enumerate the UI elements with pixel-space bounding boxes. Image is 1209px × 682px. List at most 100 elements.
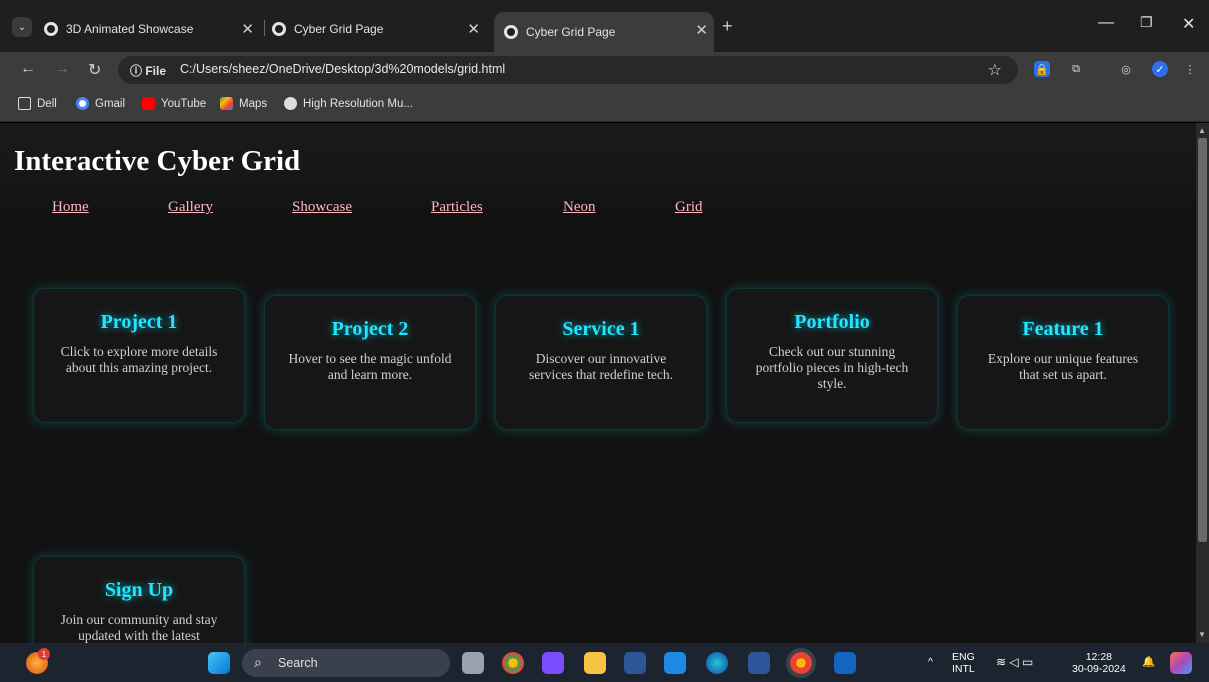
copilot-icon[interactable]: [1170, 652, 1192, 674]
bookmark-star-icon[interactable]: ☆: [988, 60, 1002, 80]
scroll-down-icon[interactable]: ▼: [1198, 630, 1206, 639]
scroll-up-icon[interactable]: ▲: [1198, 126, 1206, 135]
voot-icon[interactable]: [542, 652, 564, 674]
app-icon[interactable]: [664, 652, 686, 674]
forward-icon[interactable]: →: [54, 60, 70, 78]
taskbar-search[interactable]: ⌕ Search: [242, 649, 450, 677]
search-label: Search: [278, 656, 318, 670]
lang-top: ENG: [952, 651, 975, 663]
card-text: Join our community and stay updated with…: [60, 612, 218, 643]
windows-start-icon[interactable]: [208, 652, 230, 674]
chrome-active-icon[interactable]: [790, 652, 812, 674]
window-close-icon[interactable]: ✕: [1182, 14, 1195, 34]
folder-icon: [18, 97, 31, 110]
site-info-chip[interactable]: ⓘ File: [130, 62, 166, 79]
tab-cyber-grid-1[interactable]: Cyber Grid Page ✕: [272, 14, 486, 44]
bookmark-maps[interactable]: Maps: [220, 97, 267, 110]
menu-icon[interactable]: ⋮: [1182, 61, 1198, 77]
bookmarks-bar: Dell Gmail YouTube Maps High Resolution …: [0, 88, 1209, 122]
grid-card[interactable]: Portfolio Check out our stunning portfol…: [726, 288, 938, 423]
bookmark-gmail[interactable]: Gmail: [76, 97, 125, 110]
card-title: Project 2: [331, 318, 409, 340]
word-icon[interactable]: [748, 652, 770, 674]
address-bar[interactable]: ⓘ File C:/Users/sheez/OneDrive/Desktop/3…: [118, 56, 1018, 84]
store-icon[interactable]: [624, 652, 646, 674]
bookmark-youtube[interactable]: YouTube: [142, 97, 206, 110]
tab-separator: [264, 20, 265, 36]
file-explorer-icon[interactable]: [584, 652, 606, 674]
wifi-volume-battery-icon[interactable]: ≋ ◁ ▭: [996, 656, 1033, 668]
notification-bell-icon[interactable]: 🔔: [1142, 656, 1155, 668]
notification-badge: 1: [38, 648, 50, 660]
password-extension-icon[interactable]: 🔒: [1034, 61, 1050, 77]
card-title: Portfolio: [794, 311, 870, 333]
clock-time: 12:28: [1085, 651, 1112, 663]
profile-check-icon[interactable]: ✓: [1152, 61, 1168, 77]
nav-link-home[interactable]: Home: [52, 199, 89, 216]
photos-icon[interactable]: [834, 652, 856, 674]
back-icon[interactable]: ←: [20, 60, 36, 78]
grid-card[interactable]: Service 1 Discover our innovative servic…: [495, 295, 707, 430]
card-title: Feature 1: [1022, 318, 1104, 340]
tab-strip: ⌄ 3D Animated Showcase ✕ Cyber Grid Page…: [0, 0, 1209, 52]
clock[interactable]: 12:28 30-09-2024: [1072, 651, 1126, 675]
maps-icon: [220, 97, 233, 110]
new-tab-icon[interactable]: +: [722, 16, 733, 37]
card-text: Discover our innovative services that re…: [529, 351, 673, 382]
tab-title: Cyber Grid Page: [294, 22, 384, 36]
globe-icon: [504, 25, 518, 39]
close-icon[interactable]: ✕: [467, 20, 480, 38]
nav-link-grid[interactable]: Grid: [675, 199, 703, 216]
extensions-icon[interactable]: ⧉: [1068, 61, 1084, 77]
card-text: Click to explore more details about this…: [60, 344, 218, 375]
grid-card[interactable]: Sign Up Join our community and stay upda…: [33, 556, 245, 643]
language-indicator[interactable]: ENG INTL: [952, 651, 975, 675]
clock-date: 30-09-2024: [1072, 663, 1126, 675]
bookmark-label: YouTube: [161, 97, 207, 110]
tab-title: Cyber Grid Page: [526, 25, 616, 39]
tab-3d-animated-showcase[interactable]: 3D Animated Showcase ✕: [44, 14, 260, 44]
scrollbar-thumb[interactable]: [1198, 138, 1207, 542]
close-icon[interactable]: ✕: [695, 21, 708, 39]
bookmark-label: Gmail: [95, 97, 126, 110]
tab-title: 3D Animated Showcase: [66, 22, 194, 36]
task-view-icon[interactable]: [462, 652, 484, 674]
file-label: File: [145, 64, 167, 78]
youtube-icon: [142, 97, 155, 110]
restore-icon[interactable]: ❐: [1140, 14, 1153, 31]
search-icon: ⌕: [254, 654, 262, 670]
card-title: Project 1: [100, 311, 178, 333]
bookmark-high-resolution[interactable]: High Resolution Mu...: [284, 97, 413, 110]
nav-link-neon[interactable]: Neon: [563, 199, 596, 216]
close-icon[interactable]: ✕: [241, 20, 254, 38]
grid-card[interactable]: Project 1 Click to explore more details …: [33, 288, 245, 423]
chrome-icon[interactable]: [502, 652, 524, 674]
nav-link-gallery[interactable]: Gallery: [168, 199, 213, 216]
tab-cyber-grid-active[interactable]: Cyber Grid Page ✕: [494, 12, 714, 52]
tab-search-icon[interactable]: ⌄: [12, 17, 32, 37]
performance-icon[interactable]: ◎: [1118, 61, 1134, 77]
minimize-icon[interactable]: —: [1098, 14, 1114, 32]
bookmark-label: High Resolution Mu...: [303, 97, 413, 110]
show-hidden-icons[interactable]: ^: [928, 656, 933, 668]
globe-icon: [44, 22, 58, 36]
lang-bottom: INTL: [952, 663, 975, 675]
edge-icon[interactable]: [706, 652, 728, 674]
grid-card[interactable]: Project 2 Hover to see the magic unfold …: [264, 295, 476, 430]
reload-icon[interactable]: ↻: [88, 60, 101, 80]
bookmark-label: Dell: [37, 97, 57, 110]
grid-card[interactable]: Feature 1 Explore our unique features th…: [957, 295, 1169, 430]
windows-taskbar: ⌕ Search ^ ENG INTL ≋ ◁ ▭ 12:28 30-09-20…: [0, 643, 1209, 682]
browser-toolbar: ← → ↻ ⓘ File C:/Users/sheez/OneDrive/Des…: [0, 52, 1209, 88]
card-title: Sign Up: [104, 579, 174, 601]
nav-link-showcase[interactable]: Showcase: [292, 199, 352, 216]
card-text: Explore our unique features that set us …: [987, 351, 1139, 382]
nav-link-particles[interactable]: Particles: [431, 199, 483, 216]
card-text: Check out our stunning portfolio pieces …: [755, 344, 909, 391]
url-text: C:/Users/sheez/OneDrive/Desktop/3d%20mod…: [180, 62, 506, 76]
card-title: Service 1: [562, 318, 640, 340]
globe-icon: [272, 22, 286, 36]
bookmark-dell[interactable]: Dell: [18, 97, 57, 110]
card-text: Hover to see the magic unfold and learn …: [288, 351, 452, 382]
page-viewport: Interactive Cyber Grid Home Gallery Show…: [0, 123, 1196, 643]
